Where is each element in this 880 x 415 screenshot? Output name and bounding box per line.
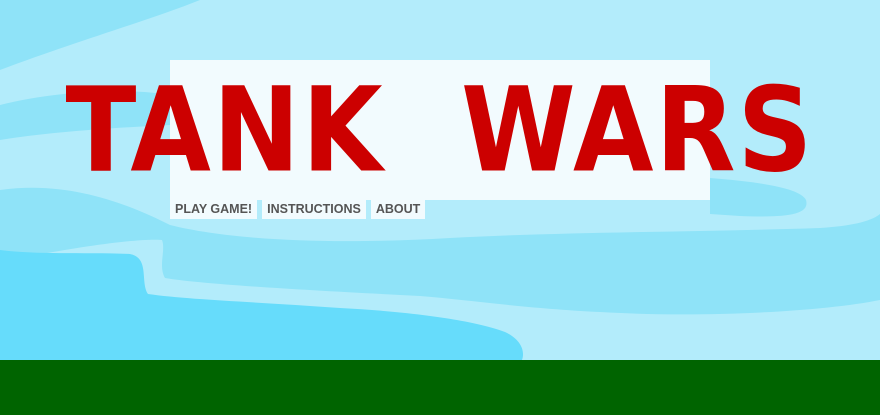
- play-game-button[interactable]: PLAY GAME!: [170, 200, 258, 219]
- title-panel: TANK WARS: [66, 60, 813, 200]
- ground: [0, 360, 880, 415]
- main-menu: PLAY GAME! INSTRUCTIONS ABOUT: [170, 200, 426, 219]
- game-title-logo: TANK WARS: [66, 60, 813, 200]
- instructions-button[interactable]: INSTRUCTIONS: [262, 200, 366, 219]
- about-button[interactable]: ABOUT: [370, 200, 426, 219]
- game-title: TANK WARS: [65, 61, 815, 199]
